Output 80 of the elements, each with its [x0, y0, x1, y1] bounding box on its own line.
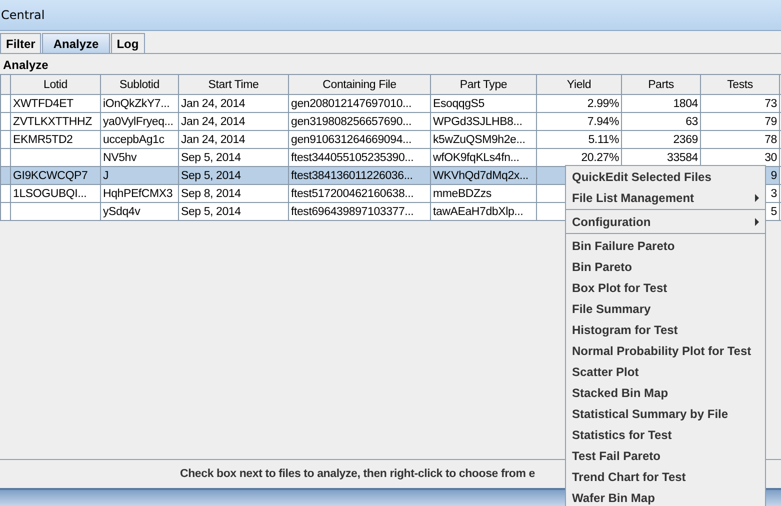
table-cell: GI9KCWCQP7 [10, 166, 100, 184]
table-cell: Sep 5, 2014 [178, 148, 288, 166]
table-cell [0, 166, 10, 184]
table-cell: ySdq4v [100, 202, 178, 220]
menu-item[interactable]: Bin Pareto [566, 256, 765, 277]
table-cell: Jan 24, 2014 [178, 112, 288, 130]
menu-item[interactable]: Normal Probability Plot for Test [566, 340, 765, 361]
table-cell: 2.99% [536, 94, 622, 112]
table-cell: ftest517200462160638... [288, 184, 430, 202]
table-cell: 79 [700, 112, 780, 130]
table-cell: 7.94% [536, 112, 622, 130]
table-cell: gen910631264669094... [288, 130, 430, 148]
table-cell: iOnQkZkY7... [100, 94, 178, 112]
menu-item[interactable]: Stacked Bin Map [566, 382, 765, 403]
table-cell: 5.11% [536, 130, 622, 148]
column-header[interactable]: Parts [622, 74, 700, 94]
table-cell: ftest696439897103377... [288, 202, 430, 220]
table-cell: 78 [700, 130, 780, 148]
table-cell: EsoqqgS5 [430, 94, 536, 112]
table-cell: 2369 [622, 130, 700, 148]
table-cell: Jan 24, 2014 [178, 94, 288, 112]
table-cell: 1804 [622, 94, 700, 112]
menu-item[interactable]: File Summary [566, 298, 765, 319]
table-cell: mmeBDZzs [430, 184, 536, 202]
table-cell: gen208012147697010... [288, 94, 430, 112]
column-header[interactable]: Lotid [10, 74, 100, 94]
submenu-arrow-icon [755, 218, 759, 226]
table-cell: 63 [622, 112, 700, 130]
menu-item[interactable]: Test Fail Pareto [566, 445, 765, 466]
table-cell: NV5hv [100, 148, 178, 166]
table-cell: gen319808256657690... [288, 112, 430, 130]
table-cell: XWTFD4ET [10, 94, 100, 112]
table-cell: uccepbAg1c [100, 130, 178, 148]
table-cell: tawAEaH7dbXlp... [430, 202, 536, 220]
table-cell: k5wZuQSM9h2e... [430, 130, 536, 148]
status-text: Check box next to files to analyze, then right-click to choose from e [180, 468, 535, 480]
table-cell: ya0VylFryeq... [100, 112, 178, 130]
column-header[interactable]: Yield [536, 74, 622, 94]
table-cell: EKMR5TD2 [10, 130, 100, 148]
table-cell: ftest344055105235390... [288, 148, 430, 166]
table-cell [0, 148, 10, 166]
menu-item[interactable]: Configuration [566, 211, 765, 232]
table-cell: ZVTLKXTTHHZ [10, 112, 100, 130]
table-cell [0, 112, 10, 130]
menu-item[interactable]: Statistics for Test [566, 424, 765, 445]
menu-item[interactable]: Statistical Summary by File [566, 403, 765, 424]
column-header[interactable]: Containing File [288, 74, 430, 94]
table-cell: WPGd3SJLHB8... [430, 112, 536, 130]
table-cell: Jan 24, 2014 [178, 130, 288, 148]
submenu-arrow-icon [755, 194, 759, 202]
column-header[interactable]: Part Type [430, 74, 536, 94]
column-header[interactable]: Sublotid [100, 74, 178, 94]
column-header[interactable]: Start Time [178, 74, 288, 94]
menu-item[interactable]: Trend Chart for Test [566, 466, 765, 487]
table-cell: WKVhQd7dMq2x... [430, 166, 536, 184]
table-cell: 73 [700, 94, 780, 112]
table-cell [0, 184, 10, 202]
panel-title: Analyze [2, 57, 50, 74]
menu-item[interactable]: Wafer Bin Map [566, 487, 765, 506]
menu-item[interactable]: Histogram for Test [566, 319, 765, 340]
menu-item[interactable]: Bin Failure Pareto [566, 235, 765, 256]
table-cell [0, 202, 10, 220]
menu-item[interactable]: Box Plot for Test [566, 277, 765, 298]
window-title: Central [1, 8, 45, 22]
table-cell: ftest384136011226036... [288, 166, 430, 184]
table-cell [0, 94, 10, 112]
table-cell: HqhPEfCMX3 [100, 184, 178, 202]
table-cell: wfOK9fqKLs4fn... [430, 148, 536, 166]
table-cell: J [100, 166, 178, 184]
table-cell: Sep 5, 2014 [178, 166, 288, 184]
tab[interactable]: Filter [0, 33, 42, 53]
table-cell: Sep 5, 2014 [178, 202, 288, 220]
table-cell: 20.27% [536, 148, 622, 166]
menu-item[interactable]: Scatter Plot [566, 361, 765, 382]
tab[interactable]: Analyze [42, 33, 110, 53]
table-cell: Sep 8, 2014 [178, 184, 288, 202]
tab[interactable]: Log [110, 33, 145, 53]
table-cell [0, 130, 10, 148]
table-cell: 1LSOGUBQI... [10, 184, 100, 202]
column-header[interactable]: Tests [700, 74, 780, 94]
